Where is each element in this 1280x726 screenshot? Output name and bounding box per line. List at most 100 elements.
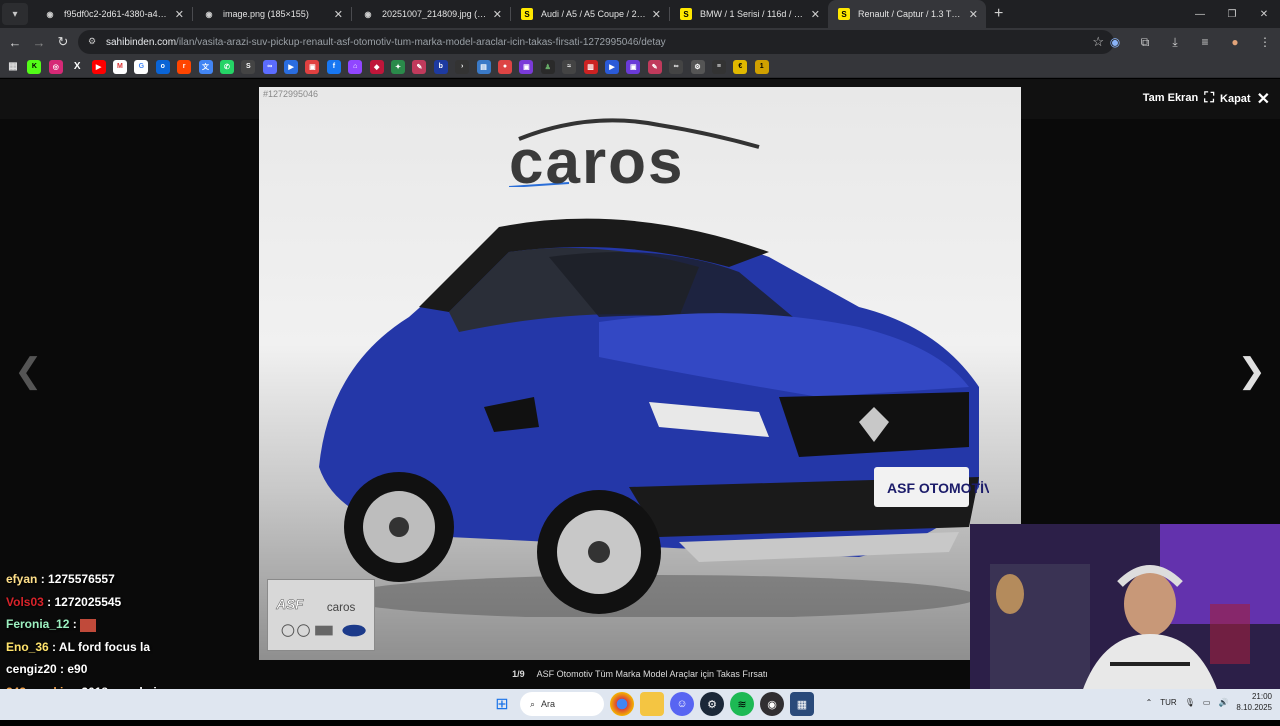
logo-text: caros bbox=[509, 128, 684, 187]
url-host: sahibinden.com bbox=[106, 36, 177, 48]
bookmark-icon[interactable]: ◆ bbox=[369, 59, 384, 74]
discord-icon[interactable]: ☺ bbox=[670, 692, 694, 716]
bookmark-icon[interactable]: b bbox=[433, 59, 448, 74]
bookmark-icon[interactable]: ✎ bbox=[412, 59, 427, 74]
steam-icon[interactable]: ⚙ bbox=[700, 692, 724, 716]
sahibinden-icon: S bbox=[838, 8, 850, 20]
tab-0[interactable]: ◉ f95df0c2-2d61-4380-a49d-05f2 ✕ bbox=[34, 0, 192, 28]
previous-image-arrow-icon[interactable]: ❮ bbox=[14, 351, 43, 391]
next-image-arrow-icon[interactable]: ❯ bbox=[1238, 351, 1267, 391]
tab-title: image.png (185×155) bbox=[223, 9, 309, 19]
url-path: /ilan/vasita-arazi-suv-pickup-renault-as… bbox=[176, 36, 666, 48]
language-indicator[interactable]: TUR bbox=[1160, 698, 1176, 707]
network-icon[interactable]: ▭ bbox=[1203, 698, 1211, 707]
bookmark-icon[interactable]: ▣ bbox=[626, 59, 641, 74]
close-tab-icon[interactable]: ✕ bbox=[811, 8, 820, 21]
youtube-icon[interactable]: ▶ bbox=[91, 59, 106, 74]
taskbar-search[interactable]: ⌕ Ara bbox=[520, 692, 604, 716]
puzzle-icon[interactable]: ⧉ bbox=[1130, 35, 1160, 50]
sahibinden-icon: S bbox=[521, 8, 533, 20]
close-tab-icon[interactable]: ✕ bbox=[175, 8, 184, 21]
outlook-icon[interactable]: o bbox=[155, 59, 170, 74]
bookmark-icon[interactable]: ● bbox=[497, 59, 512, 74]
media-icon[interactable]: ≡ bbox=[1190, 35, 1220, 49]
tab-4[interactable]: S BMW / 1 Serisi / 116d / Joy Plus ✕ bbox=[670, 0, 828, 28]
microphone-icon[interactable]: 🎙 bbox=[1185, 698, 1195, 707]
twitch-icon[interactable]: ⌂ bbox=[348, 59, 363, 74]
dealer-logo-badge: ASF caros bbox=[267, 579, 375, 651]
close-tab-icon[interactable]: ✕ bbox=[969, 8, 978, 21]
bookmark-icon[interactable]: ▣ bbox=[305, 59, 320, 74]
bookmark-icon[interactable]: ♟ bbox=[540, 59, 555, 74]
bookmark-icon[interactable]: € bbox=[733, 59, 748, 74]
tab-title: Audi / A5 / A5 Coupe / 2.0 TFSI bbox=[541, 9, 646, 19]
menu-icon[interactable]: ⋮ bbox=[1250, 35, 1280, 49]
tab-2[interactable]: ◉ 20251007_214809.jpg (832×11 ✕ bbox=[352, 0, 510, 28]
minimize-icon[interactable]: — bbox=[1184, 0, 1216, 28]
tab-3[interactable]: S Audi / A5 / A5 Coupe / 2.0 TFSI ✕ bbox=[511, 0, 669, 28]
chrome-icon[interactable] bbox=[610, 692, 634, 716]
calculator-icon[interactable]: ▦ bbox=[790, 692, 814, 716]
image-counter: 1/9 bbox=[512, 669, 525, 679]
volume-icon[interactable]: 🔊 bbox=[1218, 698, 1228, 707]
download-icon[interactable]: ⤓ bbox=[1160, 35, 1190, 50]
bookmark-icon[interactable]: ▤ bbox=[476, 59, 491, 74]
bookmark-icon[interactable]: ∞ bbox=[669, 59, 684, 74]
back-icon[interactable]: ← bbox=[3, 30, 27, 54]
bookmark-icon[interactable]: ∞ bbox=[262, 59, 277, 74]
obs-icon[interactable]: ◉ bbox=[760, 692, 784, 716]
tab-search-button[interactable]: ▾ bbox=[2, 3, 28, 25]
profile-avatar[interactable]: ● bbox=[1220, 35, 1250, 49]
spotify-icon[interactable]: ≋ bbox=[730, 692, 754, 716]
translate-icon[interactable]: 文 bbox=[198, 59, 213, 74]
tab-5-active[interactable]: S Renault / Captur / 1.3 TCe / Tou ✕ bbox=[828, 0, 986, 28]
google-icon[interactable]: G bbox=[134, 59, 149, 74]
bookmark-icon[interactable]: S bbox=[241, 59, 256, 74]
forward-icon[interactable]: → bbox=[27, 30, 51, 54]
streamer-webcam bbox=[970, 524, 1280, 698]
fullscreen-button[interactable]: Tam Ekran ⛶ bbox=[1143, 89, 1214, 106]
reload-icon[interactable]: ↻ bbox=[51, 30, 75, 54]
close-tab-icon[interactable]: ✕ bbox=[334, 8, 343, 21]
reddit-icon[interactable]: r bbox=[177, 59, 192, 74]
search-icon: ⌕ bbox=[530, 698, 536, 709]
bookmark-icon[interactable]: ▶ bbox=[284, 59, 299, 74]
kick-icon[interactable]: K bbox=[27, 59, 42, 74]
bookmark-icon[interactable]: ⚙ bbox=[690, 59, 705, 74]
system-tray: ⌃ TUR 🎙 ▭ 🔊 21:00 8.10.2025 bbox=[1146, 691, 1272, 713]
close-viewer-button[interactable]: Kapat ✕ bbox=[1220, 89, 1270, 109]
windows-start-icon[interactable]: ⊞ bbox=[490, 692, 514, 716]
tray-chevron-icon[interactable]: ⌃ bbox=[1146, 698, 1153, 707]
bookmark-icon[interactable]: ▶ bbox=[604, 59, 619, 74]
facebook-icon[interactable]: f bbox=[326, 59, 341, 74]
x-icon[interactable]: X bbox=[70, 60, 84, 74]
apps-icon[interactable]: ▦ bbox=[6, 60, 20, 74]
tab-1[interactable]: ◉ image.png (185×155) ✕ bbox=[193, 0, 351, 28]
caption-text: ASF Otomotiv Tüm Marka Model Araçlar içi… bbox=[536, 669, 768, 679]
restore-icon[interactable]: ❐ bbox=[1216, 0, 1248, 28]
new-tab-button[interactable]: + bbox=[994, 5, 1003, 23]
bookmark-icon[interactable]: ✎ bbox=[647, 59, 662, 74]
close-window-icon[interactable]: ✕ bbox=[1248, 0, 1280, 28]
instagram-icon[interactable]: ◎ bbox=[48, 59, 63, 74]
bookmark-icon[interactable]: › bbox=[455, 59, 470, 74]
clock[interactable]: 21:00 8.10.2025 bbox=[1236, 691, 1272, 713]
chat-emote bbox=[80, 618, 97, 632]
fullscreen-label: Tam Ekran bbox=[1142, 91, 1199, 104]
bookmark-icon[interactable]: ✦ bbox=[391, 59, 406, 74]
extension-icon[interactable]: ◉ bbox=[1100, 35, 1130, 49]
bookmark-icon[interactable]: 1 bbox=[754, 59, 769, 74]
license-plate-text: ASF OTOMOTİV bbox=[887, 480, 989, 496]
whatsapp-icon[interactable]: ✆ bbox=[219, 59, 234, 74]
file-explorer-icon[interactable] bbox=[640, 692, 664, 716]
gmail-icon[interactable]: M bbox=[112, 59, 127, 74]
bookmark-icon[interactable]: ≡ bbox=[711, 59, 726, 74]
close-tab-icon[interactable]: ✕ bbox=[493, 8, 502, 21]
bookmark-icon[interactable]: ▥ bbox=[583, 59, 598, 74]
bookmark-icon[interactable]: ≈ bbox=[562, 59, 577, 74]
close-tab-icon[interactable]: ✕ bbox=[652, 8, 661, 21]
chat-username: Vols03 bbox=[6, 594, 44, 609]
site-info-icon[interactable]: ⚙ bbox=[88, 36, 100, 48]
address-bar[interactable]: ⚙ sahibinden.com /ilan/vasita-arazi-suv-… bbox=[78, 30, 1114, 54]
bookmark-icon[interactable]: ▣ bbox=[519, 59, 534, 74]
